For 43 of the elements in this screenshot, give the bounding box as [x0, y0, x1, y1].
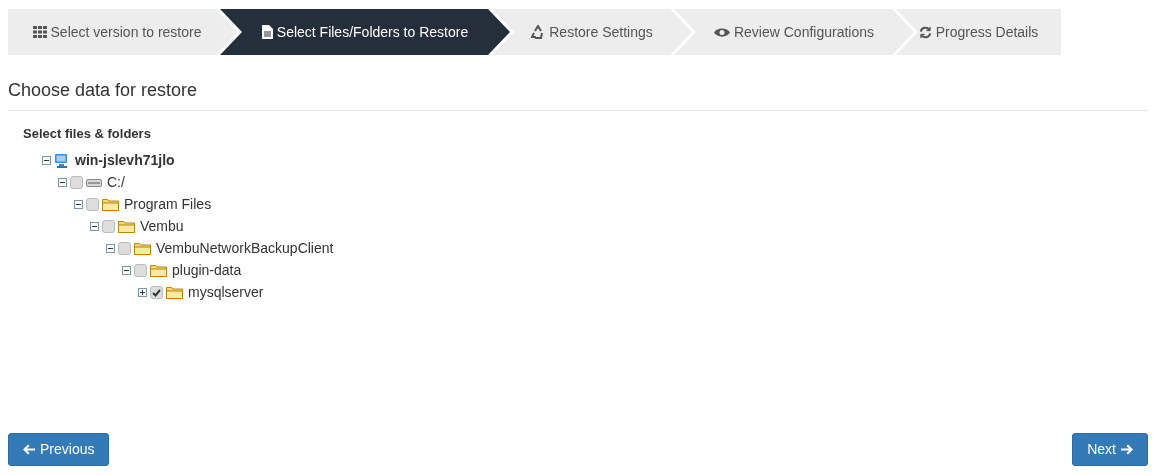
collapse-toggle[interactable] [90, 222, 99, 231]
tree-node-label[interactable]: mysqlserver [188, 282, 264, 303]
collapse-toggle[interactable] [122, 266, 131, 275]
left-arrow-icon [23, 444, 35, 455]
tree-node-label[interactable]: Program Files [124, 194, 212, 215]
expand-toggle[interactable] [138, 288, 147, 297]
folder-icon [166, 286, 183, 299]
tree-node-label[interactable]: C:/ [107, 172, 125, 193]
checkbox[interactable] [118, 242, 131, 255]
document-icon [261, 25, 273, 39]
tree-label: Select files & folders [23, 125, 152, 143]
folder-icon [150, 264, 167, 277]
collapse-toggle[interactable] [42, 156, 51, 165]
collapse-toggle[interactable] [74, 200, 83, 209]
recycle-icon [531, 25, 546, 39]
tree-node-label[interactable]: Vembu [140, 216, 184, 237]
refresh-icon [918, 25, 932, 39]
folder-icon [134, 242, 151, 255]
computer-icon [54, 152, 70, 169]
wizard-step[interactable]: Select Files/Folders to Restore [220, 9, 510, 55]
folder-icon [118, 220, 135, 233]
tree-node-label[interactable]: VembuNetworkBackupClient [156, 238, 334, 259]
wizard-step[interactable]: Review Configurations [674, 9, 914, 55]
collapse-toggle[interactable] [106, 244, 115, 253]
checkbox[interactable] [150, 286, 163, 299]
previous-button[interactable]: Previous [8, 433, 110, 466]
folder-icon [102, 198, 119, 211]
wizard-step[interactable]: Select version to restore [8, 9, 238, 55]
checkbox[interactable] [70, 176, 83, 189]
collapse-toggle[interactable] [58, 178, 67, 187]
checkbox[interactable] [86, 198, 99, 211]
drive-icon [86, 178, 102, 187]
next-button[interactable]: Next [1072, 433, 1148, 466]
right-arrow-icon [1121, 444, 1133, 455]
tree-node-label[interactable]: win-jslevh71jlo [75, 150, 175, 171]
tree-node-label[interactable]: plugin-data [172, 260, 242, 281]
checkbox[interactable] [102, 220, 115, 233]
section-heading: Choose data for restore [8, 77, 1148, 111]
wizard-step[interactable]: Progress Details [896, 9, 1061, 55]
checkbox[interactable] [134, 264, 147, 277]
grid-icon [32, 26, 47, 38]
wizard-step[interactable]: Restore Settings [492, 9, 692, 55]
eye-icon [713, 26, 730, 38]
